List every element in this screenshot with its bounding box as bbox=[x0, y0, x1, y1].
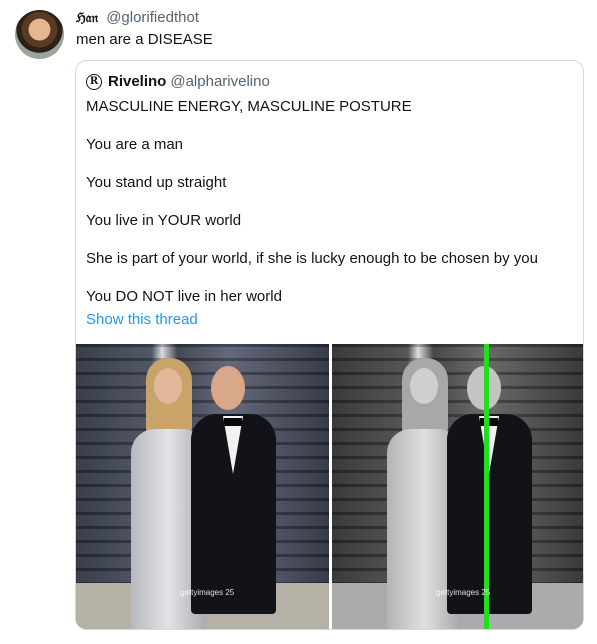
photo-grid: gettyimages 25 gettyimages 25 bbox=[76, 344, 583, 629]
quote-text-line: She is part of your world, if she is luc… bbox=[86, 250, 538, 267]
quote-text-line: You DO NOT live in her world bbox=[86, 288, 282, 305]
bowtie bbox=[224, 418, 242, 426]
quote-handle[interactable]: @alpharivelino bbox=[170, 73, 269, 90]
quote-text-line: You live in YOUR world bbox=[86, 212, 242, 229]
quote-avatar[interactable]: R bbox=[86, 73, 102, 90]
quote-text-line: You stand up straight bbox=[86, 174, 227, 191]
avatar[interactable] bbox=[15, 10, 64, 59]
watermark: gettyimages 25 bbox=[180, 588, 235, 597]
woman-face bbox=[154, 368, 182, 404]
tweet-header: ℌ𝔞𝔫 @glorifiedthot bbox=[76, 9, 199, 26]
quote-display-name[interactable]: Rivelino bbox=[108, 73, 166, 90]
quote-header: R Rivelino @alpharivelino bbox=[86, 73, 270, 90]
tweet-text: men are a DISEASE bbox=[76, 31, 213, 48]
user-handle[interactable]: @glorifiedthot bbox=[106, 9, 199, 26]
tweet: ℌ𝔞𝔫 @glorifiedthot men are a DISEASE R R… bbox=[0, 0, 597, 644]
watermark: gettyimages 25 bbox=[436, 588, 491, 597]
woman-face bbox=[410, 368, 438, 404]
quote-text-line: You are a man bbox=[86, 136, 184, 153]
photo-color[interactable]: gettyimages 25 bbox=[76, 344, 329, 629]
man-head bbox=[211, 366, 245, 410]
quote-text-line: MASCULINE ENERGY, MASCULINE POSTURE bbox=[86, 98, 412, 115]
quoted-tweet[interactable]: R Rivelino @alpharivelino MASCULINE ENER… bbox=[75, 60, 584, 630]
photo-grayscale[interactable]: gettyimages 25 bbox=[332, 344, 583, 629]
bowtie bbox=[480, 418, 498, 426]
show-thread-link[interactable]: Show this thread bbox=[86, 311, 198, 328]
display-name[interactable]: ℌ𝔞𝔫 bbox=[76, 11, 98, 26]
